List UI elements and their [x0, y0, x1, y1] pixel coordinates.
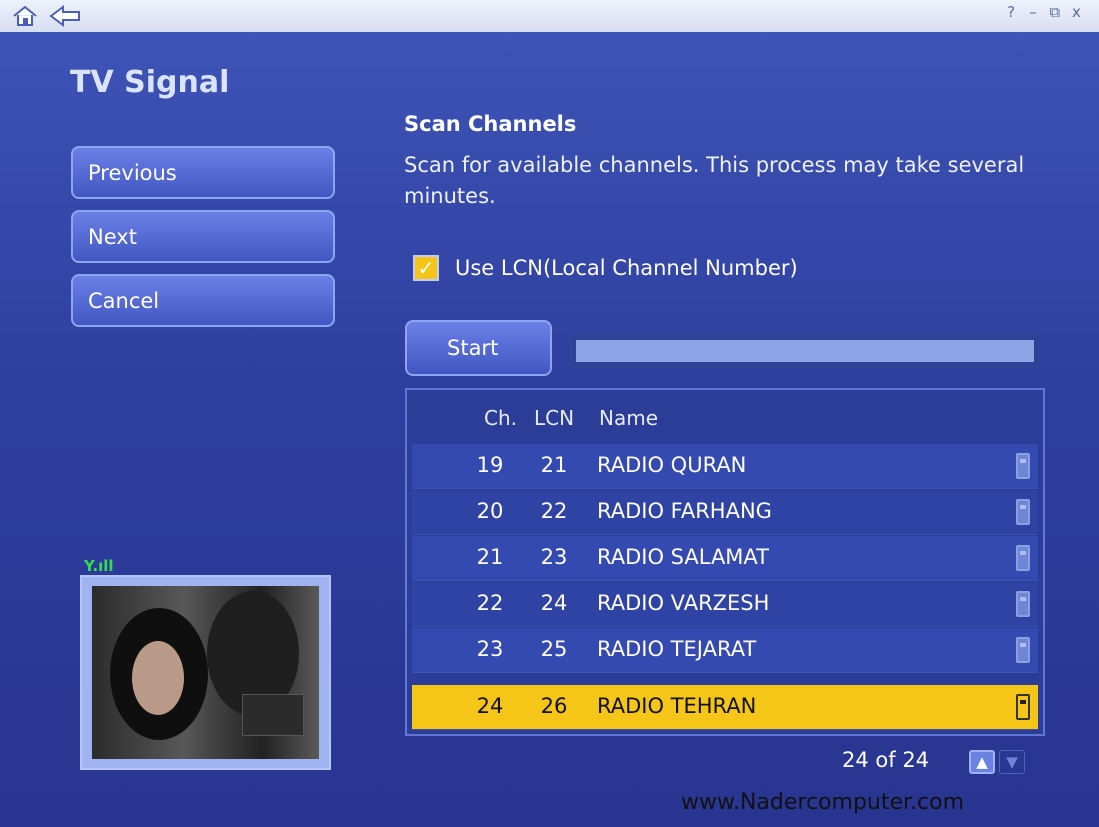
- channel-row[interactable]: 20 22 RADIO FARHANG: [412, 490, 1038, 535]
- radio-device-icon: [1016, 637, 1030, 663]
- page-title: TV Signal: [70, 65, 230, 100]
- close-icon[interactable]: x: [1071, 3, 1085, 21]
- next-button[interactable]: Next: [71, 210, 335, 263]
- channel-lcn: 25: [540, 637, 568, 661]
- channel-row[interactable]: 19 21 RADIO QURAN: [412, 444, 1038, 489]
- channel-name: RADIO TEHRAN: [597, 694, 757, 718]
- channel-name: RADIO QURAN: [597, 453, 747, 477]
- channel-name: RADIO TEJARAT: [597, 637, 757, 661]
- channel-lcn: 23: [540, 545, 568, 569]
- chevron-down-icon: ▼: [1006, 753, 1018, 771]
- channel-number: 20: [476, 499, 504, 523]
- channel-number: 24: [476, 694, 504, 718]
- radio-device-icon: [1016, 694, 1030, 720]
- scroll-up-button[interactable]: ▲: [969, 750, 995, 774]
- column-header-name: Name: [599, 406, 659, 430]
- previous-button[interactable]: Previous: [71, 146, 335, 199]
- lcn-label: Use LCN(Local Channel Number): [455, 256, 798, 280]
- title-bar: ? – ⧉ x: [0, 0, 1099, 32]
- column-header-ch: Ch.: [484, 406, 517, 430]
- channel-name: RADIO SALAMAT: [597, 545, 769, 569]
- channel-lcn: 21: [540, 453, 568, 477]
- channel-number: 22: [476, 591, 504, 615]
- radio-device-icon: [1016, 499, 1030, 525]
- lcn-checkbox[interactable]: ✓: [413, 255, 439, 281]
- signal-strength-icon: Y.ıll: [84, 557, 114, 575]
- radio-device-icon: [1016, 453, 1030, 479]
- tv-preview: [80, 575, 331, 770]
- section-title: Scan Channels: [404, 112, 577, 136]
- radio-device-icon: [1016, 591, 1030, 617]
- chevron-up-icon: ▲: [976, 753, 988, 771]
- channel-number: 19: [476, 453, 504, 477]
- lcn-option[interactable]: ✓ Use LCN(Local Channel Number): [413, 255, 798, 281]
- restore-icon[interactable]: ⧉: [1049, 3, 1063, 21]
- cancel-button[interactable]: Cancel: [71, 274, 335, 327]
- channel-number: 23: [476, 637, 504, 661]
- channel-name: RADIO VARZESH: [597, 591, 770, 615]
- list-header: Ch. LCN Name: [407, 406, 1043, 436]
- channel-list[interactable]: Ch. LCN Name 19 21 RADIO QURAN 20 22 RAD…: [405, 388, 1045, 736]
- scroll-down-button[interactable]: ▼: [999, 750, 1025, 774]
- back-arrow-icon[interactable]: [48, 4, 84, 32]
- channel-lcn: 22: [540, 499, 568, 523]
- checkmark-icon: ✓: [417, 256, 435, 280]
- progress-fill: [576, 340, 1034, 362]
- scan-description: Scan for available channels. This proces…: [404, 153, 1025, 208]
- on-screen-logo-icon: [242, 694, 304, 736]
- home-icon[interactable]: [10, 4, 40, 32]
- start-button[interactable]: Start: [405, 320, 552, 376]
- channel-row[interactable]: 21 23 RADIO SALAMAT: [412, 536, 1038, 581]
- radio-device-icon: [1016, 545, 1030, 571]
- scan-progress-bar: [570, 334, 1040, 368]
- channel-row[interactable]: 22 24 RADIO VARZESH: [412, 582, 1038, 627]
- minimize-icon[interactable]: –: [1027, 3, 1041, 21]
- channel-lcn: 26: [540, 694, 568, 718]
- column-header-lcn: LCN: [534, 406, 575, 430]
- channel-row[interactable]: 23 25 RADIO TEJARAT: [412, 628, 1038, 673]
- channel-lcn: 24: [540, 591, 568, 615]
- help-icon[interactable]: ?: [1006, 3, 1020, 21]
- channel-number: 21: [476, 545, 504, 569]
- video-preview: [92, 586, 319, 759]
- channel-row-selected[interactable]: 24 26 RADIO TEHRAN: [412, 685, 1038, 730]
- face-shape: [132, 641, 184, 715]
- website-watermark: www.Nadercomputer.com: [681, 790, 965, 815]
- page-indicator: 24 of 24: [842, 748, 930, 772]
- channel-name: RADIO FARHANG: [597, 499, 772, 523]
